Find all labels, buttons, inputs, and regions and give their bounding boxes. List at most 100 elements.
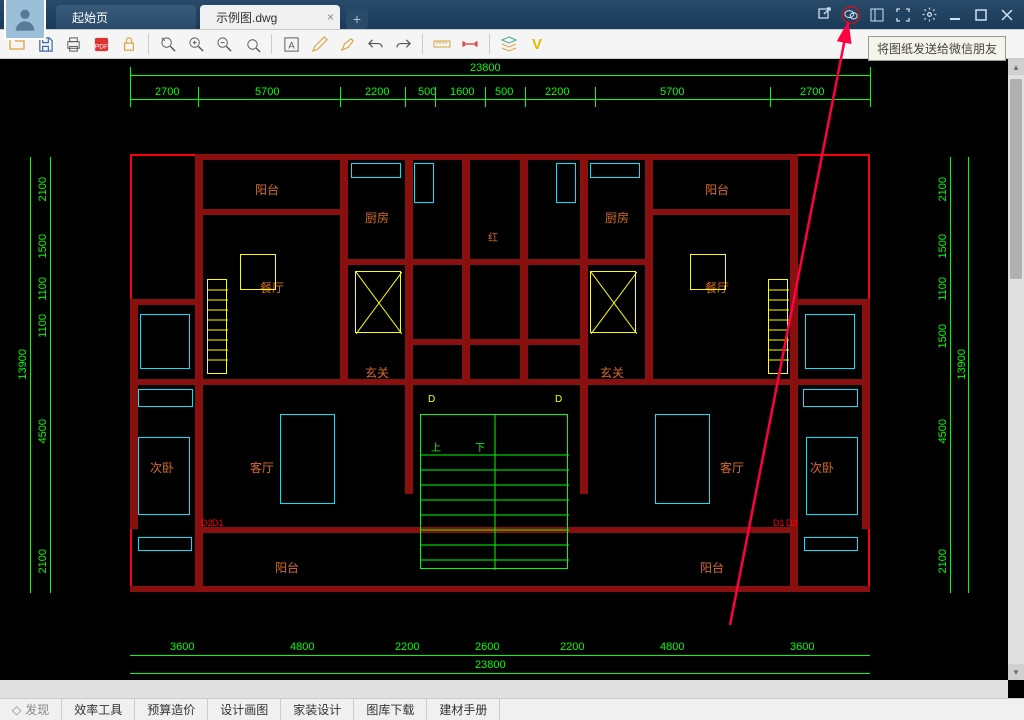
- print-button[interactable]: [62, 33, 84, 55]
- dim-top-3: 500: [418, 86, 436, 98]
- elevator-l: [355, 271, 401, 333]
- counter-l: [351, 163, 401, 178]
- sink-l: [414, 163, 434, 203]
- sink-r: [556, 163, 576, 203]
- measure-button[interactable]: [431, 33, 453, 55]
- wechat-share-icon[interactable]: [842, 6, 860, 24]
- wechat-tooltip: 将图纸发送给微信朋友: [868, 36, 1006, 61]
- counter-r: [590, 163, 640, 178]
- undo-button[interactable]: [364, 33, 386, 55]
- label-d-r: D: [555, 394, 562, 405]
- label-red: 红: [488, 229, 498, 244]
- tab-start-label: 起始页: [72, 9, 108, 26]
- close-icon[interactable]: ×: [327, 10, 334, 24]
- tab-document[interactable]: 示例图.dwg ×: [200, 5, 340, 29]
- stairs-l: [207, 279, 227, 374]
- tab-document-label: 示例图.dwg: [216, 9, 277, 26]
- svg-text:V: V: [532, 36, 542, 53]
- scroll-up-button[interactable]: ▴: [1008, 59, 1024, 75]
- scroll-thumb-v[interactable]: [1010, 79, 1022, 279]
- dimension-button[interactable]: [459, 33, 481, 55]
- dim-left-1: 1500: [37, 234, 49, 258]
- dim-top-2: 2200: [365, 86, 389, 98]
- dim-bot-4: 2200: [560, 641, 584, 653]
- label-balcony-tr: 阳台: [705, 181, 729, 198]
- status-discover[interactable]: ◇ 发现: [0, 699, 62, 720]
- label-d1-r: D1: [773, 518, 785, 528]
- redo-button[interactable]: [392, 33, 414, 55]
- dim-right-0: 2100: [937, 177, 949, 201]
- bed-r: [806, 437, 858, 515]
- label-d1-l: D1: [212, 518, 224, 528]
- pdf-button[interactable]: PDF: [90, 33, 112, 55]
- dim-left-total: 13900: [17, 349, 29, 380]
- label-balcony-tl: 阳台: [255, 181, 279, 198]
- dim-top-8: 2700: [800, 86, 824, 98]
- svg-text:PDF: PDF: [94, 43, 107, 50]
- dim-right-4: 4500: [937, 419, 949, 443]
- user-avatar[interactable]: [4, 0, 46, 40]
- toilet-r: [805, 314, 855, 369]
- app-window: 起始页 示例图.dwg × + PDF: [0, 0, 1024, 720]
- scroll-down-button[interactable]: ▾: [1008, 664, 1024, 680]
- settings-icon[interactable]: [920, 6, 938, 24]
- dim-bot-1: 4800: [290, 641, 314, 653]
- layers-button[interactable]: [498, 33, 520, 55]
- dim-top-6: 2200: [545, 86, 569, 98]
- text-button[interactable]: A: [280, 33, 302, 55]
- wardrobe-l: [138, 389, 193, 407]
- vip-button[interactable]: V: [526, 33, 548, 55]
- pencil-button[interactable]: [308, 33, 330, 55]
- scrollbar-horizontal[interactable]: [0, 680, 1008, 698]
- dim-right-total: 13900: [956, 349, 968, 380]
- status-decor[interactable]: 家装设计: [281, 699, 354, 720]
- sofa-r: [655, 414, 710, 504]
- bed-l: [138, 437, 190, 515]
- label-balcony-bl: 阳台: [275, 559, 299, 576]
- system-buttons: [816, 6, 1016, 24]
- status-library[interactable]: 图库下载: [354, 699, 427, 720]
- dim-bot-6: 3600: [790, 641, 814, 653]
- fullscreen-icon[interactable]: [894, 6, 912, 24]
- close-window-icon[interactable]: [998, 6, 1016, 24]
- scrollbar-vertical[interactable]: ▴ ▾: [1008, 59, 1024, 680]
- label-kitchen-r: 厨房: [605, 209, 629, 226]
- status-budget[interactable]: 预算造价: [135, 699, 208, 720]
- status-discover-label: 发现: [25, 701, 49, 718]
- status-design[interactable]: 设计画图: [208, 699, 281, 720]
- document-tabs: 起始页 示例图.dwg × +: [56, 0, 368, 29]
- dim-bot-3: 2600: [475, 641, 499, 653]
- dim-right-3: 1500: [937, 324, 949, 348]
- lock-button[interactable]: [118, 33, 140, 55]
- stairs-r: [768, 279, 788, 374]
- layout-icon[interactable]: [868, 6, 886, 24]
- tab-start[interactable]: 起始页: [56, 5, 196, 29]
- zoom-extents-button[interactable]: [241, 33, 263, 55]
- share-icon[interactable]: [816, 6, 834, 24]
- zoom-window-button[interactable]: [157, 33, 179, 55]
- label-balcony-br: 阳台: [700, 559, 724, 576]
- minimize-icon[interactable]: [946, 6, 964, 24]
- dim-top-4: 1600: [450, 86, 474, 98]
- dim-left-5: 2100: [37, 549, 49, 573]
- zoom-out-button[interactable]: [213, 33, 235, 55]
- statusbar: ◇ 发现 效率工具 预算造价 设计画图 家装设计 图库下载 建材手册: [0, 698, 1024, 720]
- label-d2-l: D2: [201, 518, 213, 528]
- status-tools[interactable]: 效率工具: [62, 699, 135, 720]
- zoom-in-button[interactable]: [185, 33, 207, 55]
- elevator-r: [590, 271, 636, 333]
- dim-bot-5: 4800: [660, 641, 684, 653]
- dim-top-1: 5700: [255, 86, 279, 98]
- maximize-icon[interactable]: [972, 6, 990, 24]
- dim-left-3: 1100: [37, 314, 49, 338]
- status-manual[interactable]: 建材手册: [427, 699, 500, 720]
- dim-left-0: 2100: [37, 177, 49, 201]
- dim-bot-2: 2200: [395, 641, 419, 653]
- drawing-canvas[interactable]: 23800 2700 5700 2200 500 1600 500 2200 5…: [0, 59, 1024, 698]
- label-living-l: 客厅: [250, 459, 274, 476]
- dim-bot-0: 3600: [170, 641, 194, 653]
- add-tab-button[interactable]: +: [346, 9, 368, 29]
- dim-top-7: 5700: [660, 86, 684, 98]
- dim-left-4: 4500: [37, 419, 49, 443]
- highlight-button[interactable]: [336, 33, 358, 55]
